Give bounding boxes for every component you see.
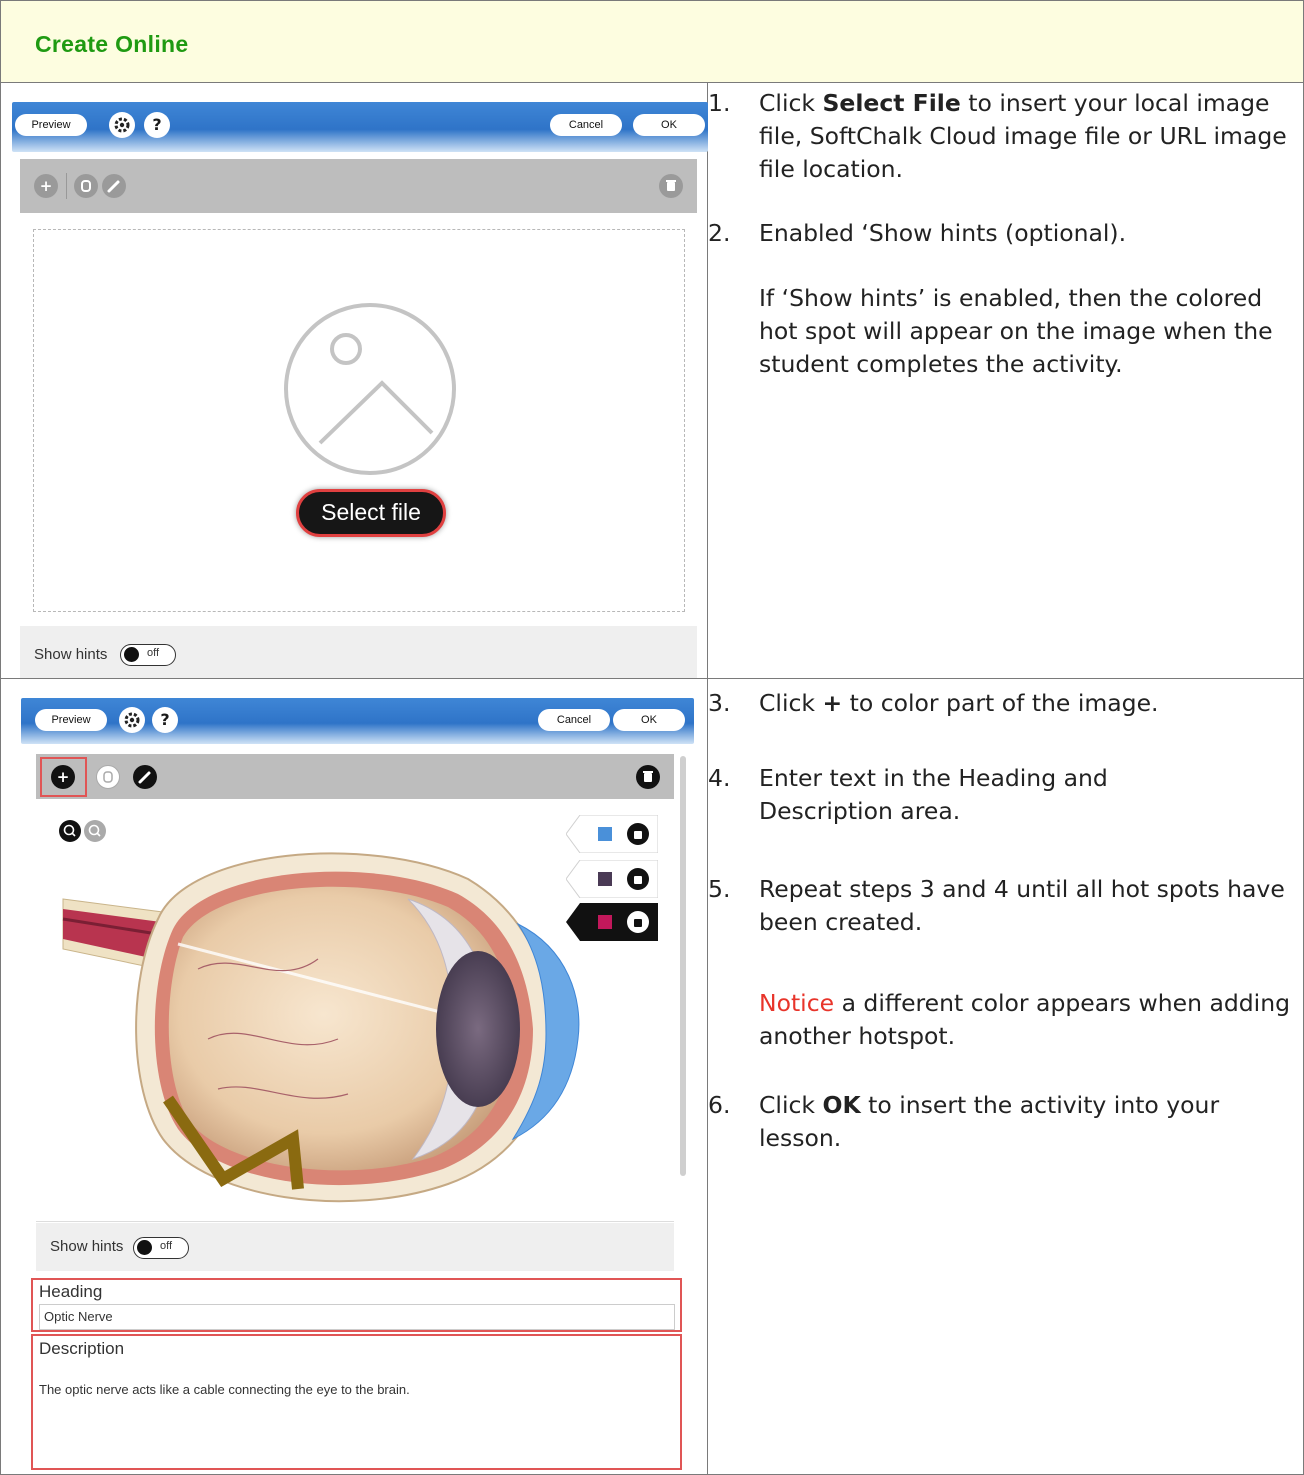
- add-hotspot-icon[interactable]: +: [51, 765, 75, 789]
- help-icon[interactable]: ?: [152, 707, 178, 733]
- eye-anatomy-image: [62, 852, 580, 1203]
- description-input[interactable]: The optic nerve acts like a cable connec…: [39, 1382, 410, 1397]
- hand-icon[interactable]: [74, 174, 98, 198]
- step-number: 3.: [708, 689, 731, 717]
- toggle-knob: [137, 1240, 152, 1255]
- step-text: Enter text in the Heading and Descriptio…: [759, 764, 1108, 825]
- image-canvas: [20, 213, 697, 626]
- preview-button[interactable]: Preview: [15, 114, 87, 136]
- gear-icon[interactable]: [109, 112, 135, 138]
- section-title: Create Online: [35, 31, 189, 57]
- hand-icon[interactable]: [96, 765, 120, 789]
- toggle-knob: [124, 647, 139, 662]
- pencil-icon[interactable]: [133, 765, 157, 789]
- heading-field-highlight: Heading Optic Nerve: [31, 1278, 682, 1332]
- gear-icon[interactable]: [119, 707, 145, 733]
- toolbar-separator: [66, 173, 67, 199]
- step-text: Click + to color part of the image.: [759, 689, 1159, 717]
- toggle-state-label: off: [147, 647, 160, 659]
- steps-top: 1. Click Select File to insert your loca…: [708, 87, 1304, 677]
- show-hints-label: Show hints: [34, 646, 108, 663]
- step-number: 4.: [708, 764, 731, 792]
- row-divider: [1, 678, 1304, 679]
- hotspot-toolbar: +: [36, 754, 674, 799]
- step-text: Enabled ‘Show hints (optional).: [759, 219, 1127, 247]
- heading-input[interactable]: Optic Nerve: [39, 1304, 675, 1330]
- hotspot-toolbar: +: [20, 159, 697, 213]
- step-number: 1.: [708, 89, 731, 117]
- step-number: 2.: [708, 219, 731, 247]
- trash-icon[interactable]: [659, 174, 683, 198]
- hotspot-swatch-3-active[interactable]: [566, 903, 658, 941]
- instruction-table: Create Online Preview ? Cancel OK + Sele…: [0, 0, 1304, 1475]
- cancel-button[interactable]: Cancel: [550, 114, 622, 136]
- help-icon[interactable]: ?: [144, 112, 170, 138]
- heading-label: Heading: [39, 1282, 103, 1301]
- step-text: Click Select File to insert your local i…: [759, 89, 1287, 183]
- ok-ref: OK: [822, 1091, 861, 1119]
- step-text: Repeat steps 3 and 4 until all hot spots…: [759, 875, 1285, 936]
- step-text: Click OK to insert the activity into you…: [759, 1091, 1220, 1152]
- select-file-ref: Select File: [822, 89, 961, 117]
- show-hints-toggle[interactable]: off: [133, 1237, 189, 1259]
- description-label: Description: [39, 1339, 125, 1358]
- ok-button[interactable]: OK: [613, 709, 685, 731]
- show-hints-label: Show hints: [50, 1238, 124, 1255]
- table-header-row: Create Online: [1, 1, 1303, 83]
- cancel-button[interactable]: Cancel: [538, 709, 610, 731]
- plus-ref: +: [822, 689, 843, 717]
- notice-word: Notice: [759, 989, 835, 1017]
- ok-button[interactable]: OK: [633, 114, 705, 136]
- canvas-scrollbar[interactable]: [680, 756, 686, 1176]
- note-text: If ‘Show hints’ is enabled, then the col…: [759, 284, 1273, 378]
- image-canvas: [36, 799, 674, 1222]
- step-number: 6.: [708, 1091, 731, 1119]
- editor-topbar: Preview ? Cancel OK: [12, 102, 708, 152]
- show-hints-toggle[interactable]: off: [120, 644, 176, 666]
- preview-button[interactable]: Preview: [35, 709, 107, 731]
- add-hotspot-icon[interactable]: +: [34, 174, 58, 198]
- hotspot-swatch-2[interactable]: [566, 860, 658, 898]
- hints-bar: Show hints off: [20, 626, 697, 678]
- description-field-highlight: Description The optic nerve acts like a …: [31, 1334, 682, 1470]
- step-number: 5.: [708, 875, 731, 903]
- hints-bar: Show hints off: [36, 1223, 674, 1271]
- select-file-button[interactable]: Select file: [296, 489, 446, 537]
- trash-icon[interactable]: [636, 765, 660, 789]
- editor-topbar: Preview ? Cancel OK: [21, 698, 694, 744]
- toggle-state-label: off: [160, 1240, 173, 1252]
- hotspot-swatch-1[interactable]: [566, 815, 658, 853]
- note-text: Notice a different color appears when ad…: [759, 989, 1291, 1050]
- pencil-icon[interactable]: [102, 174, 126, 198]
- steps-bottom: 3. Click + to color part of the image. 4…: [708, 687, 1304, 1152]
- image-placeholder-icon: [284, 303, 456, 475]
